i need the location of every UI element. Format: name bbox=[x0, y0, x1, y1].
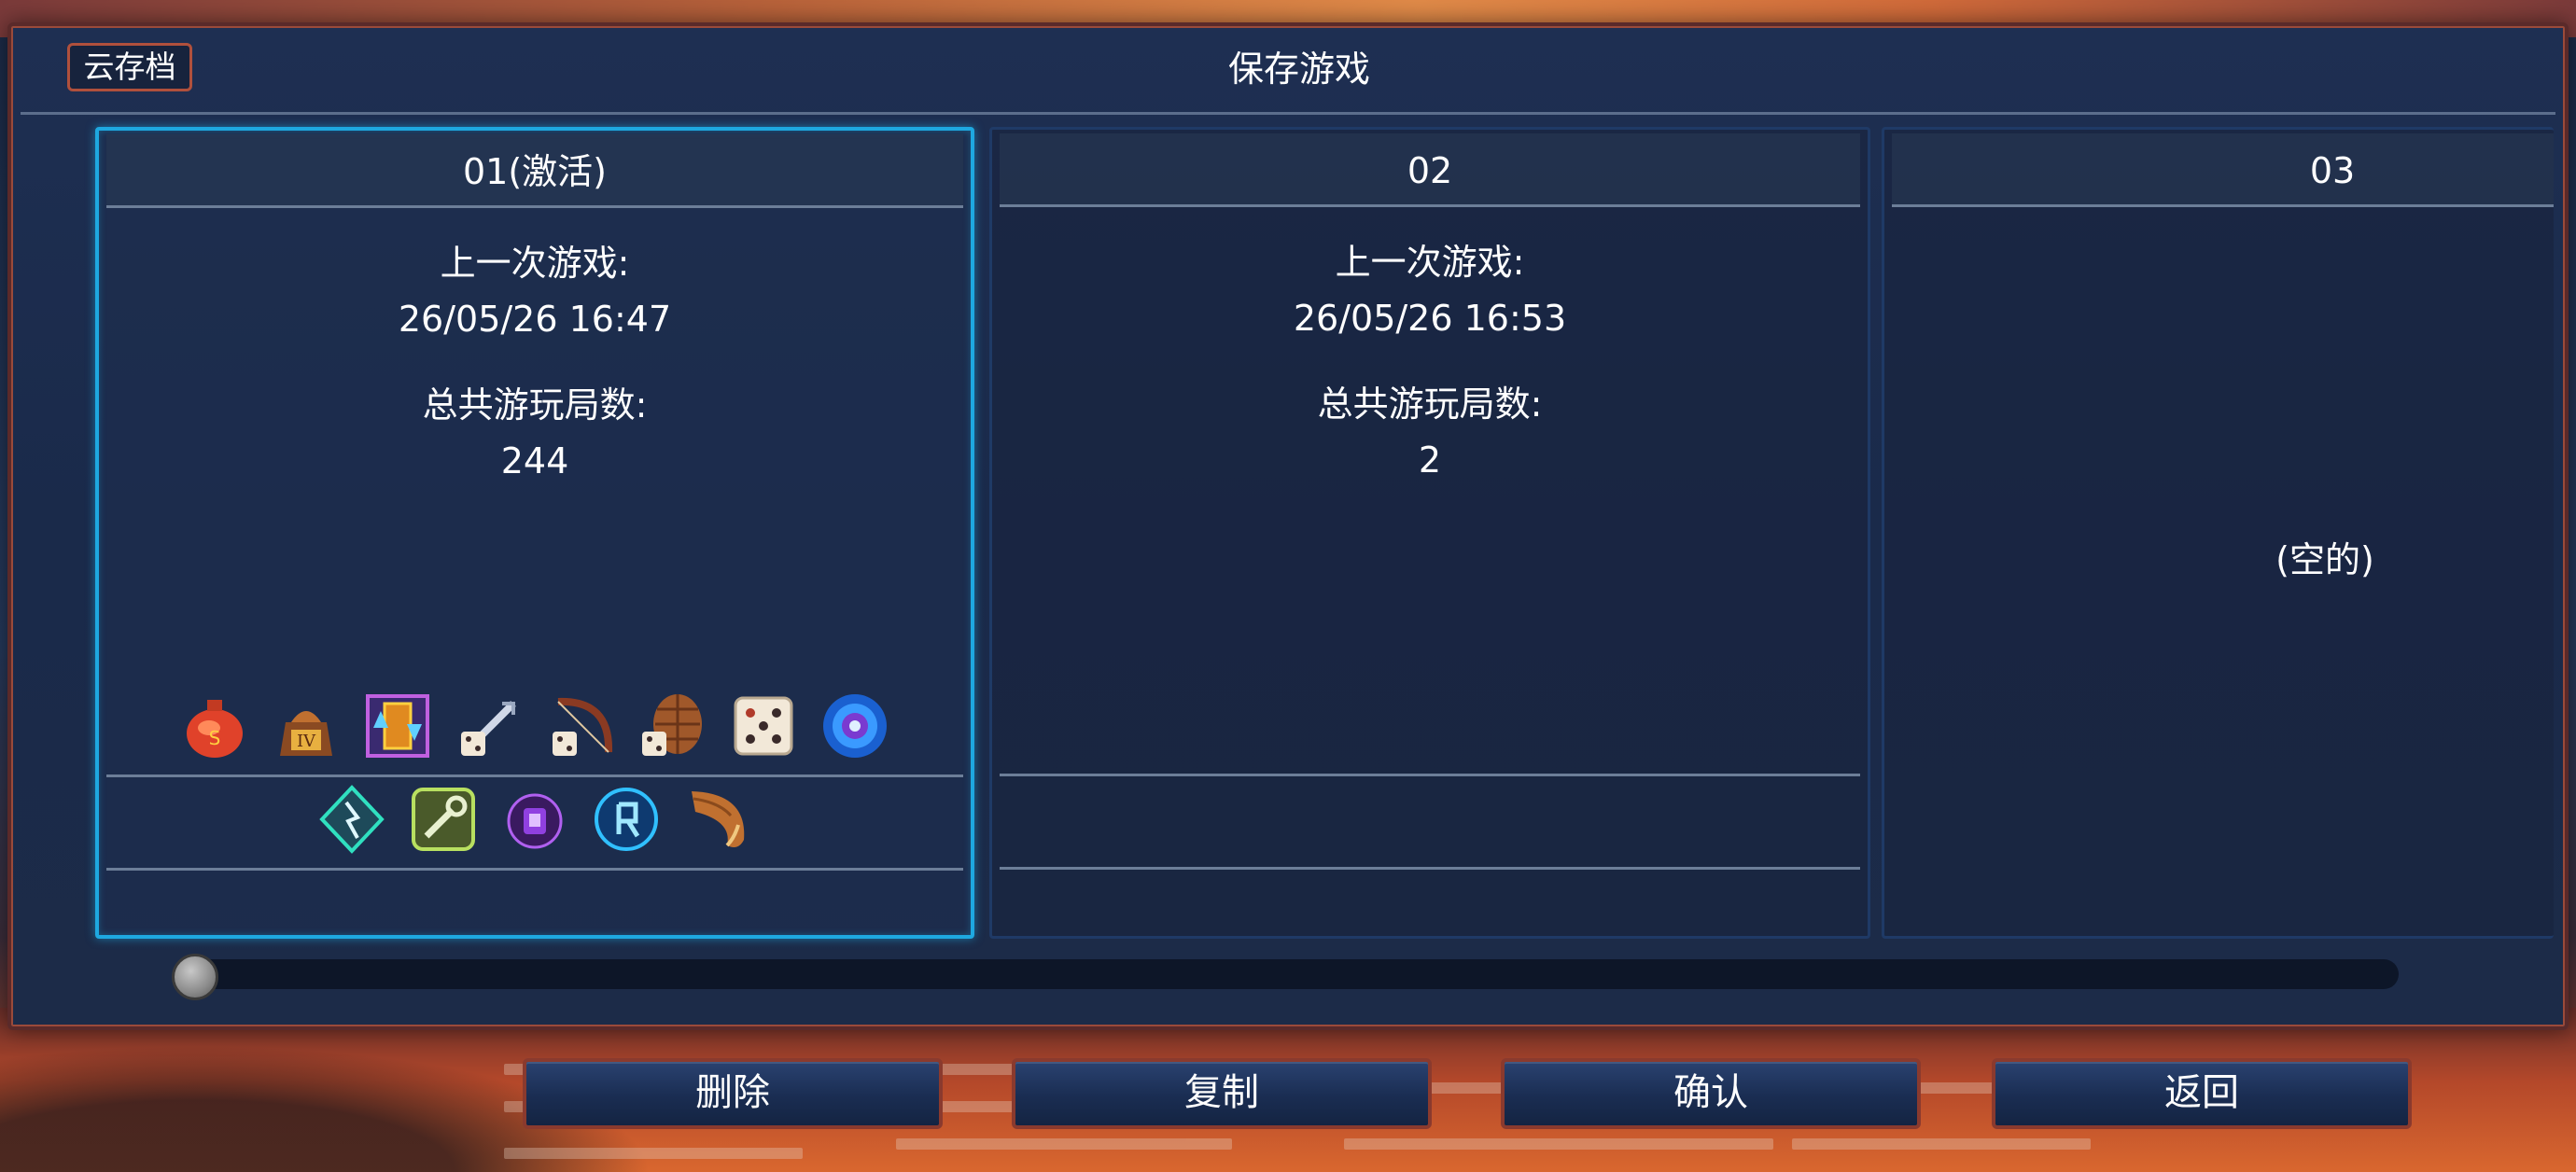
dice-icon bbox=[728, 691, 799, 761]
slot-divider bbox=[106, 774, 963, 777]
svg-text:S: S bbox=[209, 727, 221, 749]
total-runs-label: 总共游玩局数: bbox=[1317, 384, 1543, 425]
double-arrow-card-icon bbox=[362, 691, 433, 761]
svg-text:IV: IV bbox=[297, 732, 316, 751]
last-played-value: 26/05/26 16:47 bbox=[398, 299, 672, 340]
slot-divider bbox=[1000, 774, 1860, 776]
horizontal-scrollbar[interactable] bbox=[177, 959, 2399, 989]
mutations-row bbox=[99, 784, 971, 855]
empty-slot-label: (空的) bbox=[2275, 539, 2374, 580]
dice-shield-icon bbox=[637, 691, 707, 761]
total-runs-label: 总共游玩局数: bbox=[422, 384, 648, 426]
slot-header: 01(激活) bbox=[106, 134, 963, 208]
total-runs-value: 2 bbox=[1418, 440, 1442, 481]
delete-button[interactable]: 删除 bbox=[523, 1058, 943, 1129]
treasure-bag-icon: IV bbox=[271, 691, 342, 761]
last-played-label: 上一次游戏: bbox=[1335, 242, 1525, 283]
blue-rune-icon bbox=[591, 784, 662, 855]
copy-button[interactable]: 复制 bbox=[1012, 1058, 1432, 1129]
save-slot-03[interactable]: 03 (空的) bbox=[1882, 127, 2554, 939]
slot-header: 02 bbox=[1000, 133, 1860, 207]
last-played-value: 26/05/26 16:53 bbox=[1293, 298, 1567, 339]
slot-divider bbox=[1000, 867, 1860, 870]
dice-bow-icon bbox=[545, 691, 616, 761]
back-button[interactable]: 返回 bbox=[1992, 1058, 2412, 1129]
slot-number: 02 bbox=[1407, 150, 1453, 191]
cloud-save-button[interactable]: 云存档 bbox=[67, 43, 192, 91]
slot-number: 03 bbox=[2309, 150, 2356, 191]
teal-rune-icon bbox=[316, 784, 387, 855]
scrollbar-thumb[interactable] bbox=[172, 954, 218, 1000]
save-slot-02[interactable]: 02 上一次游戏: 26/05/26 16:53 总共游玩局数: 2 bbox=[989, 127, 1870, 939]
slot-number: 01(激活) bbox=[462, 151, 607, 192]
red-potion-icon: S bbox=[179, 691, 250, 761]
blue-portal-icon bbox=[819, 691, 890, 761]
wrench-rune-icon bbox=[408, 784, 479, 855]
total-runs-value: 244 bbox=[500, 440, 569, 481]
panel-title: 保存游戏 bbox=[1227, 49, 1370, 90]
save-game-panel: 云存档 保存游戏 01(激活) 上一次游戏: 26/05/26 16:47 总共… bbox=[7, 22, 2569, 1030]
horn-icon bbox=[682, 784, 753, 855]
last-played-label: 上一次游戏: bbox=[440, 243, 630, 284]
items-row: S IV bbox=[99, 691, 971, 761]
title-divider bbox=[21, 112, 2555, 115]
save-slot-01[interactable]: 01(激活) 上一次游戏: 26/05/26 16:47 总共游玩局数: 244… bbox=[95, 127, 974, 939]
purple-lantern-icon bbox=[499, 784, 570, 855]
dice-sword-icon bbox=[454, 691, 525, 761]
confirm-button[interactable]: 确认 bbox=[1501, 1058, 1921, 1129]
slot-divider bbox=[106, 868, 963, 871]
slot-header: 03 bbox=[1892, 133, 2554, 207]
